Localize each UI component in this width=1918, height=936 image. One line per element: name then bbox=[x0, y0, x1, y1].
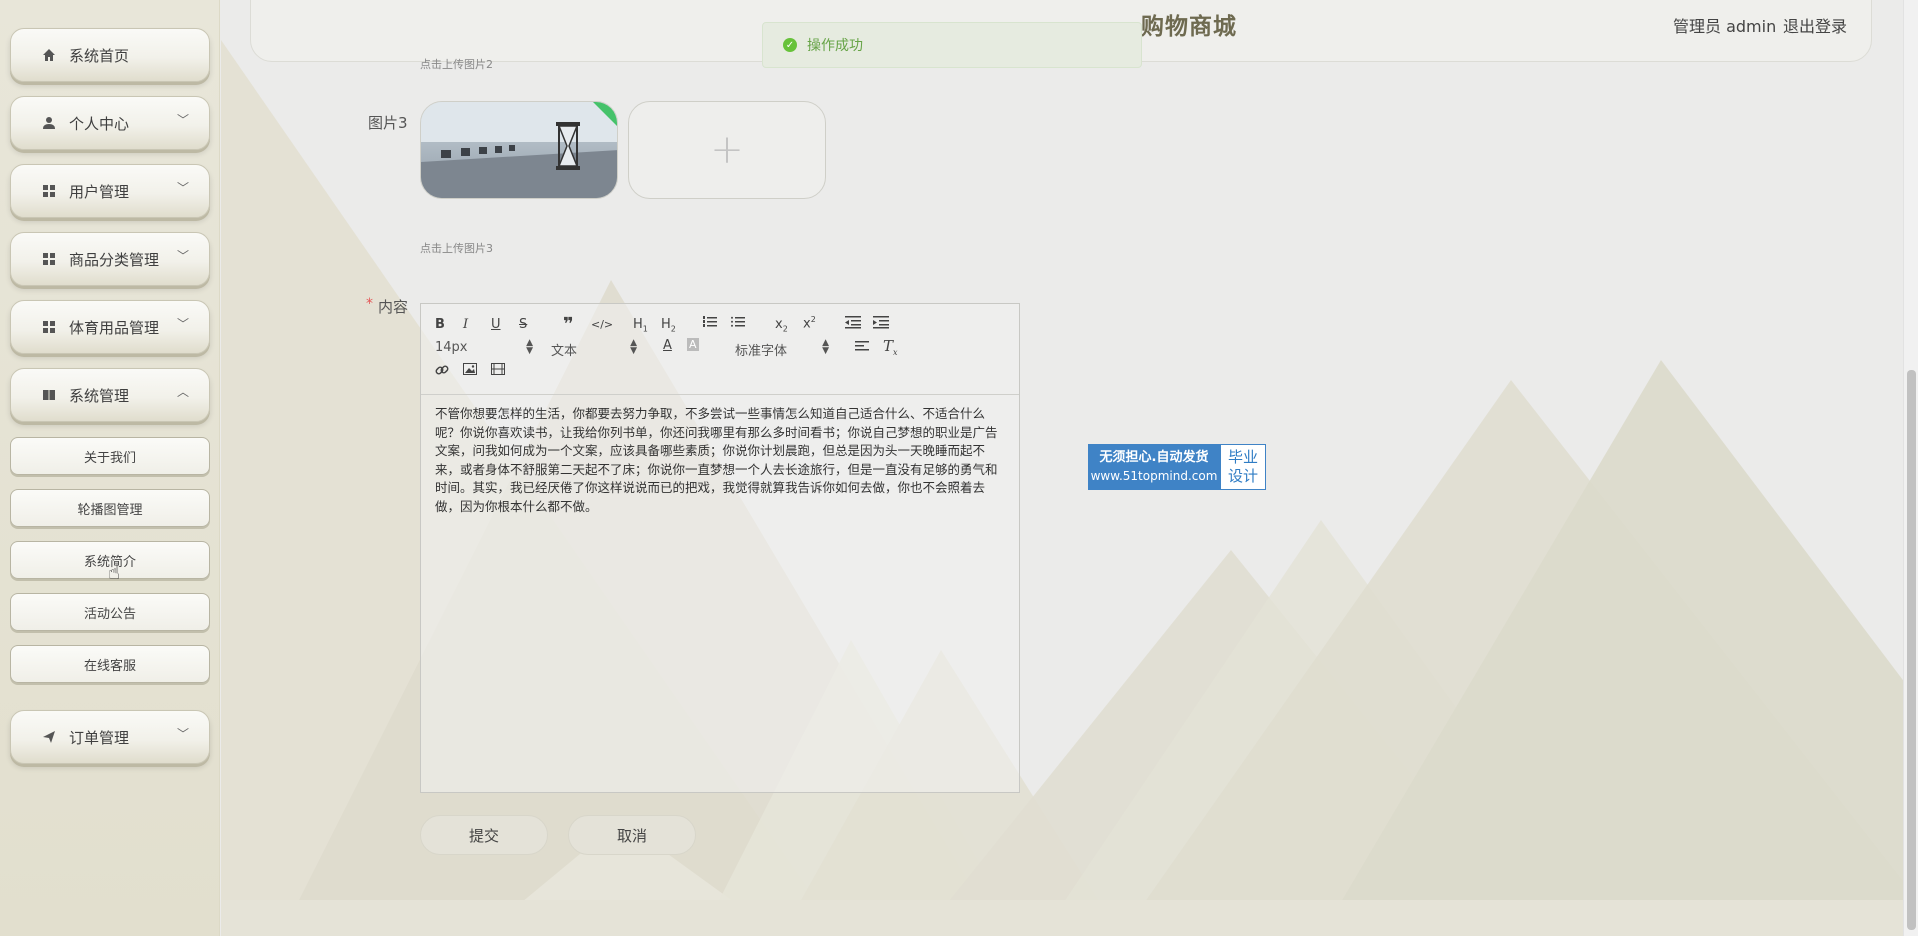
sidebar-item-label: 体育用品管理 bbox=[69, 318, 160, 337]
sidebar-item-label: 系统管理 bbox=[69, 386, 130, 405]
chevron-up-icon: ︿ bbox=[176, 385, 189, 399]
upload-hint-image2: 点击上传图片2 bbox=[420, 58, 493, 71]
site-title: 购物商城 bbox=[1141, 14, 1237, 40]
rich-text-editor: B I U S ❞ </> H1 H2 x2 x2 14px ▲ ▼ 文本 ▲ … bbox=[420, 303, 1020, 793]
required-mark: * bbox=[366, 296, 373, 312]
sidebar: 系统首页 个人中心 ﹀ 用户管理 ﹀ 商品分类管理 ﹀ 体育用品管理 ﹀ 系统管… bbox=[0, 0, 220, 936]
plus-icon: + bbox=[710, 127, 744, 173]
image3-preview[interactable] bbox=[420, 101, 618, 199]
book-icon bbox=[41, 387, 57, 403]
content-label: 内容 bbox=[378, 298, 409, 316]
toast-message: 操作成功 bbox=[807, 38, 863, 54]
paragraph-value: 文本 bbox=[551, 344, 578, 359]
subscript-icon[interactable]: x2 bbox=[775, 317, 788, 334]
grid-icon bbox=[41, 251, 57, 267]
hand-cursor-icon: ☝ bbox=[108, 560, 121, 584]
upload-hint-image3: 点击上传图片3 bbox=[420, 242, 493, 255]
italic-icon[interactable]: I bbox=[463, 317, 468, 332]
watermark-badge: 无须担心.自动发货 www.51topmind.com 毕业设计 bbox=[1088, 444, 1266, 490]
logout-link[interactable]: 退出登录 bbox=[1783, 13, 1847, 37]
font-size-select[interactable]: 14px ▲ ▼ bbox=[435, 338, 533, 356]
select-arrows-icon: ▲ ▼ bbox=[822, 338, 829, 356]
font-family-value: 标准字体 bbox=[735, 344, 788, 359]
heading1-icon[interactable]: H1 bbox=[633, 317, 648, 334]
strikethrough-icon[interactable]: S bbox=[519, 317, 527, 332]
sidebar-item-label: 用户管理 bbox=[69, 182, 130, 201]
check-circle-icon: ✓ bbox=[783, 38, 797, 52]
page-scrollbar[interactable] bbox=[1903, 0, 1918, 936]
paragraph-select[interactable]: 文本 ▲ ▼ bbox=[551, 338, 637, 360]
grid-icon bbox=[41, 183, 57, 199]
indent-icon[interactable] bbox=[873, 315, 889, 333]
sidebar-subitem-online-support[interactable]: 在线客服 bbox=[10, 645, 210, 683]
grid-icon bbox=[41, 319, 57, 335]
sidebar-item-order-management[interactable]: 订单管理 ﹀ bbox=[10, 710, 210, 764]
clear-format-icon[interactable]: Tx bbox=[883, 337, 898, 357]
video-icon[interactable] bbox=[491, 363, 505, 379]
heading2-icon[interactable]: H2 bbox=[661, 317, 676, 334]
meeting-room-image bbox=[421, 102, 617, 198]
watermark-left: 无须担心.自动发货 www.51topmind.com bbox=[1088, 444, 1220, 490]
chevron-down-icon: ﹀ bbox=[176, 181, 189, 195]
editor-toolbar: B I U S ❞ </> H1 H2 x2 x2 14px ▲ ▼ 文本 ▲ … bbox=[421, 304, 1019, 395]
home-icon bbox=[41, 47, 57, 63]
select-arrows-icon: ▲ ▼ bbox=[526, 338, 533, 356]
bullet-list-icon[interactable] bbox=[731, 315, 745, 333]
select-arrows-icon: ▲ ▼ bbox=[630, 338, 637, 356]
editor-content[interactable]: 不管你想要怎样的生活，你都要去努力争取，不多尝试一些事情怎么知道自己适合什么、不… bbox=[435, 405, 1007, 516]
chevron-down-icon: ﹀ bbox=[176, 317, 189, 331]
sidebar-item-category-management[interactable]: 商品分类管理 ﹀ bbox=[10, 232, 210, 286]
user-icon bbox=[41, 115, 57, 131]
font-size-value: 14px bbox=[435, 340, 468, 355]
current-user: 管理员 admin bbox=[1673, 17, 1777, 36]
sidebar-subitem-about-us[interactable]: 关于我们 bbox=[10, 437, 210, 475]
font-family-select[interactable]: 标准字体 ▲ ▼ bbox=[735, 338, 829, 360]
image3-label: 图片3 bbox=[368, 114, 408, 132]
submit-button[interactable]: 提交 bbox=[420, 815, 548, 855]
cancel-button[interactable]: 取消 bbox=[568, 815, 696, 855]
sidebar-subitem-announcements[interactable]: 活动公告 bbox=[10, 593, 210, 631]
blockquote-icon[interactable]: ❞ bbox=[563, 314, 574, 335]
chevron-down-icon: ﹀ bbox=[176, 249, 189, 263]
success-toast: ✓ 操作成功 bbox=[762, 22, 1142, 68]
sidebar-item-label: 系统首页 bbox=[69, 46, 130, 65]
sidebar-item-home[interactable]: 系统首页 bbox=[10, 28, 210, 82]
sidebar-item-user-management[interactable]: 用户管理 ﹀ bbox=[10, 164, 210, 218]
send-icon bbox=[41, 729, 57, 745]
sidebar-item-sports-goods-management[interactable]: 体育用品管理 ﹀ bbox=[10, 300, 210, 354]
chevron-down-icon: ﹀ bbox=[176, 113, 189, 127]
watermark-right: 毕业设计 bbox=[1220, 444, 1266, 490]
bold-icon[interactable]: B bbox=[435, 317, 445, 332]
link-icon[interactable] bbox=[435, 363, 449, 381]
image3-upload-button[interactable]: + bbox=[628, 101, 826, 199]
underline-icon[interactable]: U bbox=[491, 317, 501, 332]
align-icon[interactable] bbox=[855, 340, 869, 356]
superscript-icon[interactable]: x2 bbox=[803, 315, 816, 331]
sidebar-subitem-carousel-management[interactable]: 轮播图管理 bbox=[10, 489, 210, 527]
chevron-down-icon: ﹀ bbox=[176, 727, 189, 741]
sidebar-item-personal-center[interactable]: 个人中心 ﹀ bbox=[10, 96, 210, 150]
ordered-list-icon[interactable] bbox=[703, 315, 717, 333]
code-block-icon[interactable]: </> bbox=[591, 318, 613, 331]
image-icon[interactable] bbox=[463, 363, 477, 379]
scrollbar-thumb[interactable] bbox=[1907, 370, 1916, 930]
watermark-line1: 无须担心.自动发货 bbox=[1099, 450, 1209, 465]
outdent-icon[interactable] bbox=[845, 315, 861, 333]
main-content: 购物商城 管理员 admin 退出登录 ✓ 操作成功 点击上传图片2 图片3 +… bbox=[221, 0, 1918, 936]
sidebar-item-label: 商品分类管理 bbox=[69, 250, 160, 269]
sidebar-item-label: 个人中心 bbox=[69, 114, 130, 133]
font-color-icon[interactable]: A bbox=[663, 338, 672, 353]
sidebar-item-system-management[interactable]: 系统管理 ︿ bbox=[10, 368, 210, 422]
watermark-line2: www.51topmind.com bbox=[1090, 469, 1218, 483]
background-color-icon[interactable]: A bbox=[687, 338, 699, 351]
sidebar-item-label: 订单管理 bbox=[69, 728, 130, 747]
